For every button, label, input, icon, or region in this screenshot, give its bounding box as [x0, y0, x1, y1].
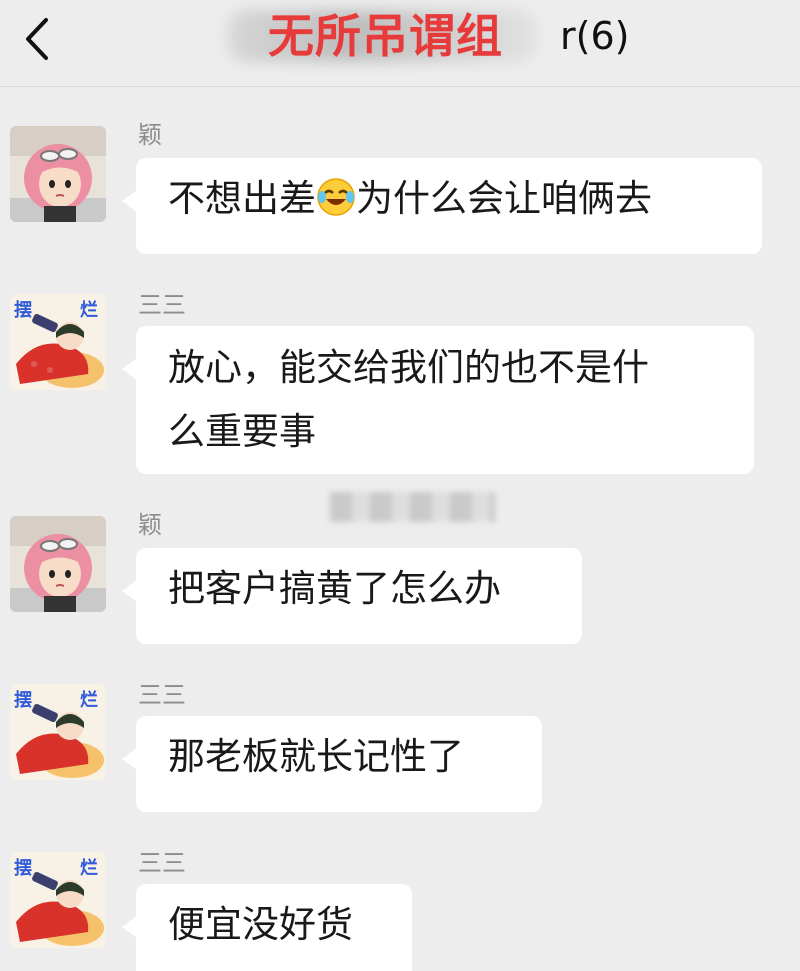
pink-hair-girl-avatar-icon	[10, 516, 106, 612]
message-bubble[interactable]: 那老板就长记性了	[122, 716, 542, 812]
badge-left: 摆	[14, 299, 32, 321]
lying-flat-avatar-icon: 摆 烂	[10, 294, 106, 390]
message-bubble[interactable]: 把客户搞黄了怎么办	[122, 548, 582, 644]
avatar-sansan[interactable]: 摆 烂	[10, 294, 106, 390]
svg-text:烂: 烂	[80, 858, 98, 879]
message-text: 便宜没好货	[168, 903, 353, 946]
message-text: 为什么会让咱俩去	[356, 177, 652, 220]
avatar-ying[interactable]	[10, 516, 106, 612]
message-bubble[interactable]: 不想出差 为什么会让咱俩去	[122, 158, 762, 254]
blurred-timestamp	[330, 492, 495, 522]
pink-hair-girl-avatar-icon	[10, 126, 106, 222]
message-bubble[interactable]: 便宜没好货	[122, 884, 412, 971]
avatar-sansan[interactable]: 摆 烂	[10, 684, 106, 780]
group-member-count: r(6)	[560, 14, 630, 58]
message-text: 那老板就长记性了	[168, 735, 464, 778]
message-text-line: 么重要事	[168, 410, 316, 453]
group-title-overlay: 无所吊谓组	[268, 9, 503, 63]
sender-name: 三三	[138, 681, 186, 709]
chat-header: 无所吊谓组 r(6)	[0, 0, 800, 87]
sender-name: 颖	[138, 511, 162, 539]
message-text-line: 放心，能交给我们的也不是什	[168, 346, 649, 389]
message-text: 把客户搞黄了怎么办	[168, 567, 501, 610]
message-text: 不想出差	[168, 177, 316, 220]
lying-flat-avatar-icon: 摆 烂	[10, 684, 106, 780]
message-bubble[interactable]: 放心，能交给我们的也不是什 么重要事	[122, 326, 754, 474]
avatar-ying[interactable]	[10, 126, 106, 222]
lying-flat-avatar-icon: 摆 烂	[10, 852, 106, 948]
svg-text:摆: 摆	[14, 857, 32, 879]
laughing-tears-emoji-icon	[317, 178, 355, 216]
back-arrow-icon[interactable]	[18, 16, 58, 62]
svg-text:烂: 烂	[80, 690, 98, 711]
sender-name: 三三	[138, 291, 186, 319]
sender-name: 三三	[138, 849, 186, 877]
badge-right: 烂	[80, 300, 98, 321]
avatar-sansan[interactable]: 摆 烂	[10, 852, 106, 948]
sender-name: 颖	[138, 121, 162, 149]
svg-text:摆: 摆	[14, 689, 32, 711]
